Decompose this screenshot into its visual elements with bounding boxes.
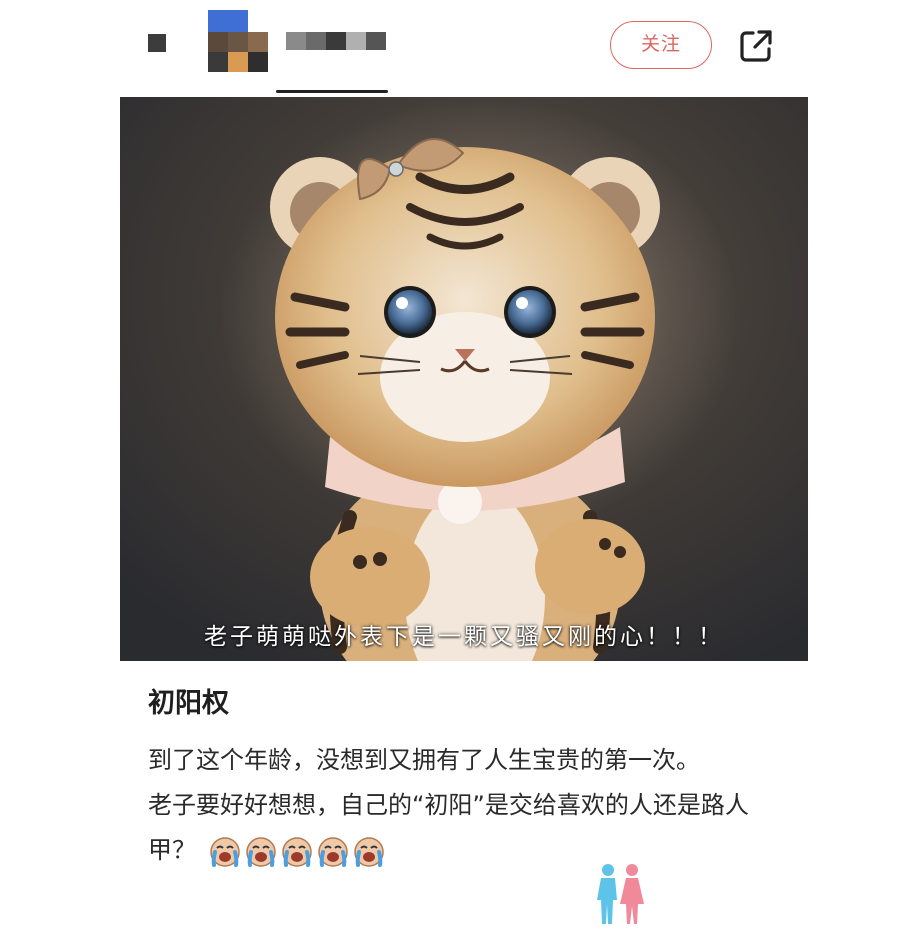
- username[interactable]: [286, 30, 390, 54]
- post-paragraph: 老子要好好想想，自己的“初阳”是交给喜欢的人还是路人甲？: [148, 783, 788, 874]
- crying-face-icon: [245, 836, 276, 867]
- emoji-row: [208, 829, 388, 874]
- post-title: 初阳权: [148, 688, 229, 719]
- external-share-icon[interactable]: [736, 26, 776, 66]
- avatar[interactable]: [148, 10, 270, 74]
- crying-face-icon: [317, 836, 348, 867]
- tiger-cub-illustration: [120, 97, 808, 661]
- crying-face-icon: [353, 836, 384, 867]
- crying-face-icon: [281, 836, 312, 867]
- post-header: 关注: [0, 0, 916, 96]
- post-paragraph: 到了这个年龄，没想到又拥有了人生宝贵的第一次。: [148, 746, 700, 774]
- image-caption: 老子萌萌哒外表下是一颗又骚又刚的心！！！: [204, 624, 724, 650]
- header-underline: [276, 90, 388, 93]
- follow-button[interactable]: 关注: [610, 21, 712, 69]
- post-body: 到了这个年龄，没想到又拥有了人生宝贵的第一次。 老子要好好想想，自己的“初阳”是…: [148, 738, 788, 874]
- post-image[interactable]: 老子萌萌哒外表下是一颗又骚又刚的心！！！: [120, 97, 808, 661]
- couple-silhouette-icon: [597, 864, 644, 924]
- crying-face-icon: [209, 836, 240, 867]
